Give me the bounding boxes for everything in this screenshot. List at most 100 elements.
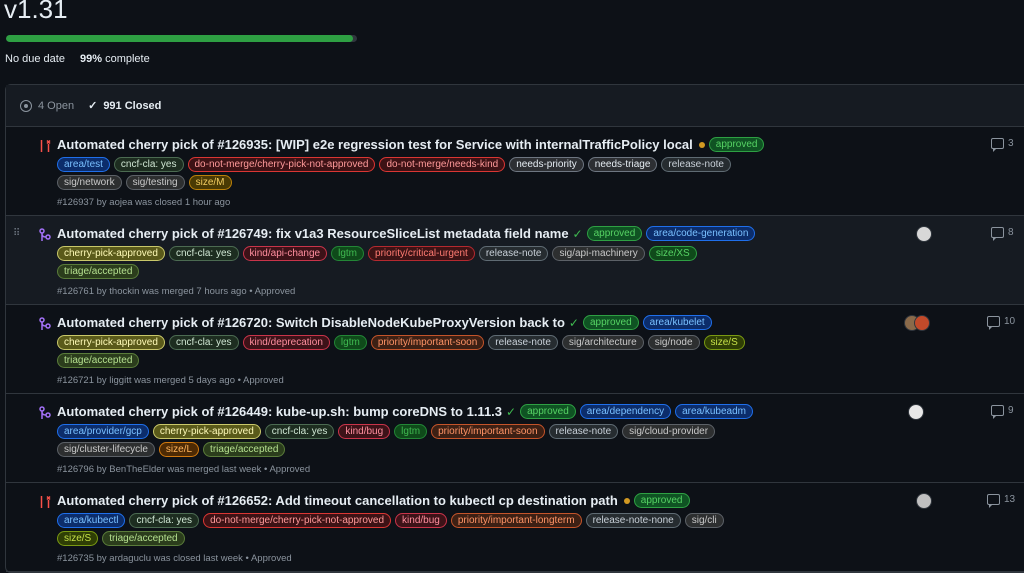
issue-label[interactable]: sig/network — [57, 175, 122, 190]
assignee-avatars[interactable] — [908, 404, 924, 420]
issue-label[interactable]: sig/architecture — [561, 335, 644, 350]
issue-label[interactable]: kind/deprecation — [242, 335, 330, 350]
issue-label[interactable]: release-note — [661, 157, 731, 172]
check-success-icon[interactable]: ✓ — [506, 405, 516, 419]
pending-status-dot[interactable] — [623, 497, 630, 504]
label-list: area/kubectl cncf-cla: yes do-not-merge/ch… — [57, 513, 767, 546]
avatar[interactable] — [908, 404, 924, 420]
issue-label[interactable]: area/kubeadm — [675, 404, 754, 419]
issue-title-link[interactable]: Automated cherry pick of #126449: kube-u… — [57, 404, 502, 419]
issue-label[interactable]: sig/api-machinery — [552, 246, 645, 261]
issue-label[interactable]: size/L — [158, 442, 200, 457]
issue-label[interactable]: needs-triage — [587, 157, 658, 172]
issue-label[interactable]: triage/accepted — [203, 442, 286, 457]
issue-label[interactable]: lgtm — [331, 246, 365, 261]
issue-byline: #126796 by BenTheElder was merged last w… — [57, 464, 311, 475]
avatar[interactable] — [914, 315, 930, 331]
issue-label[interactable]: release-note — [548, 424, 619, 439]
issue-title-link[interactable]: Automated cherry pick of #126749: fix v1… — [57, 226, 569, 241]
issue-label[interactable]: approved — [520, 404, 576, 419]
comment-icon — [987, 494, 1000, 508]
check-success-icon[interactable]: ✓ — [569, 316, 579, 330]
title-line: Automated cherry pick of #126720: Switch… — [57, 315, 712, 330]
issue-label[interactable]: size/S — [703, 335, 745, 350]
check-success-icon[interactable]: ✓ — [573, 227, 583, 241]
comment-count-number: 9 — [1008, 405, 1014, 416]
assignee-avatars[interactable] — [916, 493, 932, 509]
issue-label[interactable]: priority/critical-urgent — [368, 246, 475, 261]
comment-count-number: 8 — [1008, 227, 1014, 238]
issue-label[interactable]: priority/important-longterm — [450, 513, 582, 528]
issue-label[interactable]: lgtm — [333, 335, 367, 350]
issue-label[interactable]: triage/accepted — [102, 531, 185, 546]
issue-label[interactable]: cncf-cla: yes — [168, 335, 239, 350]
issue-label[interactable]: release-note — [478, 246, 549, 261]
issue-label[interactable]: area/provider/gcp — [57, 424, 149, 439]
issue-label[interactable]: cncf-cla: yes — [129, 513, 200, 528]
issue-label[interactable]: approved — [633, 493, 690, 508]
issue-label[interactable]: do-not-merge/cherry-pick-not-approved — [187, 157, 376, 172]
issue-label[interactable]: triage/accepted — [57, 353, 140, 368]
label-list: cherry-pick-approved cncf-cla: yes kind/de… — [57, 335, 767, 368]
issue-label[interactable]: needs-priority — [509, 157, 584, 172]
avatar[interactable] — [916, 226, 932, 242]
issue-label[interactable]: area/kubelet — [642, 315, 712, 330]
assignee-avatars[interactable] — [904, 315, 930, 331]
issue-label[interactable]: area/code-generation — [646, 226, 756, 241]
issue-label[interactable]: release-note-none — [585, 513, 681, 528]
pending-status-dot[interactable] — [698, 141, 705, 148]
issue-label[interactable]: size/XS — [648, 246, 697, 261]
open-filter-link[interactable]: 4 Open — [20, 99, 74, 112]
issue-label[interactable]: do-not-merge/needs-kind — [379, 157, 506, 172]
issue-label[interactable]: triage/accepted — [57, 264, 140, 279]
issue-label[interactable]: size/M — [188, 175, 232, 190]
issue-label[interactable]: kind/bug — [338, 424, 391, 439]
drag-handle-icon[interactable]: ⠿ — [13, 228, 20, 239]
issue-label[interactable]: sig/cluster-lifecycle — [57, 442, 155, 457]
issue-label[interactable]: priority/important-soon — [431, 424, 545, 439]
issue-label[interactable]: sig/node — [647, 335, 700, 350]
comment-count[interactable]: 3 — [991, 138, 1014, 152]
comment-count[interactable]: 10 — [987, 316, 1015, 330]
issue-label[interactable]: cncf-cla: yes — [264, 424, 335, 439]
issue-label[interactable]: cherry-pick-approved — [57, 246, 165, 261]
closed-filter-link[interactable]: ✓ 991 Closed — [88, 99, 161, 113]
issue-label[interactable]: cherry-pick-approved — [57, 335, 165, 350]
issue-label[interactable]: kind/bug — [395, 513, 447, 528]
assignee-avatars[interactable] — [916, 226, 932, 242]
issue-label[interactable]: approved — [582, 315, 639, 330]
issue-label[interactable]: sig/testing — [125, 175, 185, 190]
comment-icon — [987, 316, 1000, 330]
issue-label[interactable]: release-note — [488, 335, 558, 350]
avatar[interactable] — [916, 493, 932, 509]
issue-label[interactable]: sig/cli — [684, 513, 724, 528]
comment-count[interactable]: 13 — [987, 494, 1015, 508]
issue-row[interactable]: Automated cherry pick of #126720: Switch… — [6, 305, 1024, 394]
list-header: 4 Open ✓ 991 Closed — [6, 85, 1024, 127]
issue-title-link[interactable]: Automated cherry pick of #126652: Add ti… — [57, 493, 618, 508]
merged-pr-icon — [39, 228, 51, 242]
issue-row[interactable]: Automated cherry pick of #126935: [WIP] … — [6, 127, 1024, 216]
issue-label[interactable]: sig/cloud-provider — [622, 424, 716, 439]
issue-title-link[interactable]: Automated cherry pick of #126935: [WIP] … — [57, 137, 693, 152]
issue-label[interactable]: area/kubectl — [57, 513, 126, 528]
issue-label[interactable]: area/test — [57, 157, 110, 172]
issue-byline: #126761 by thockin was merged 7 hours ag… — [57, 286, 296, 297]
issue-label[interactable]: do-not-merge/cherry-pick-not-approved — [203, 513, 392, 528]
issue-title-link[interactable]: Automated cherry pick of #126720: Switch… — [57, 315, 565, 330]
issue-label[interactable]: kind/api-change — [242, 246, 328, 261]
issue-row[interactable]: ⠿ Automated cherry pick of #126749: fix v… — [6, 216, 1024, 305]
issue-row[interactable]: Automated cherry pick of #126652: Add ti… — [6, 483, 1024, 572]
issue-label[interactable]: approved — [708, 137, 765, 152]
comment-count[interactable]: 8 — [991, 227, 1014, 241]
issue-label[interactable]: area/dependency — [579, 404, 672, 419]
issue-row[interactable]: Automated cherry pick of #126449: kube-u… — [6, 394, 1024, 483]
issue-label[interactable]: cncf-cla: yes — [113, 157, 184, 172]
issue-label[interactable]: cherry-pick-approved — [152, 424, 261, 439]
issue-label[interactable]: lgtm — [394, 424, 428, 439]
issue-label[interactable]: cncf-cla: yes — [168, 246, 239, 261]
issue-label[interactable]: size/S — [57, 531, 99, 546]
issue-label[interactable]: priority/important-soon — [370, 335, 485, 350]
comment-count[interactable]: 9 — [991, 405, 1014, 419]
issue-label[interactable]: approved — [586, 226, 643, 241]
